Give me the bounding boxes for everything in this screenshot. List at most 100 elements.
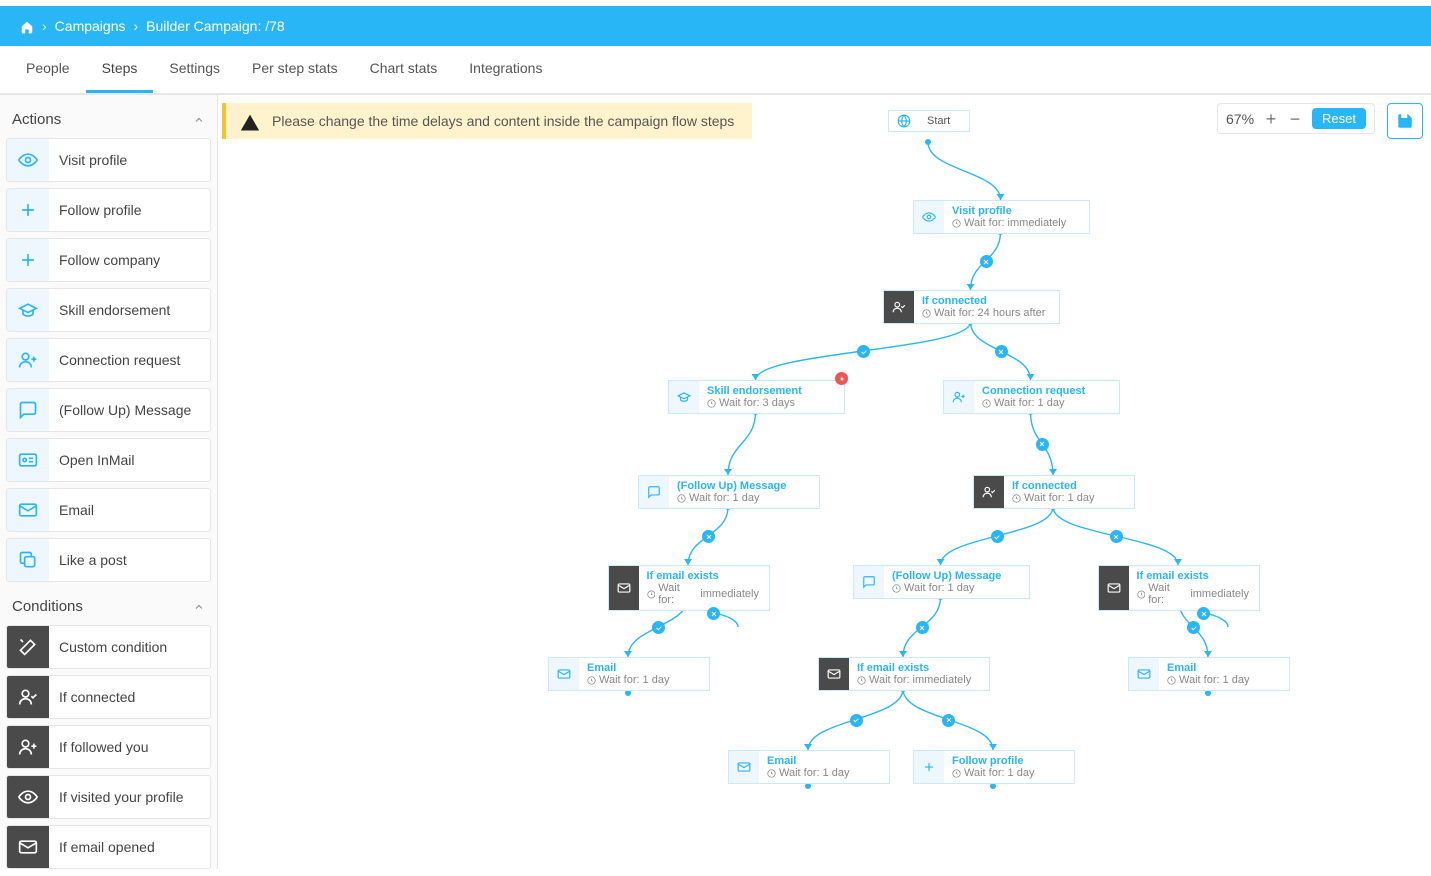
node-ifemail1[interactable]: If email existsWait for: immediately — [608, 565, 770, 611]
stop-icon[interactable] — [835, 372, 848, 385]
tab-integrations[interactable]: Integrations — [453, 46, 558, 93]
mail-icon — [7, 489, 49, 531]
node-title: Connection request — [982, 385, 1085, 397]
conditions-title: Conditions — [12, 598, 83, 615]
eye-icon — [7, 776, 49, 818]
item-label: Like a post — [49, 552, 137, 568]
action-open-inmail[interactable]: Open InMail — [6, 438, 211, 482]
mail-icon — [1129, 658, 1159, 690]
sidebar: Actions Visit profile Follow profile Follo… — [0, 95, 218, 869]
branch-false-icon — [995, 345, 1008, 358]
action-like-a-post[interactable]: Like a post — [6, 538, 211, 582]
mortarboard-icon — [669, 381, 699, 413]
breadcrumb-current: Builder Campaign: /78 — [146, 18, 285, 34]
node-email2[interactable]: EmailWait for: 1 day — [728, 750, 890, 784]
item-label: Custom condition — [49, 639, 177, 655]
eye-icon — [7, 139, 49, 181]
person-check-icon — [7, 676, 49, 718]
breadcrumb-campaigns[interactable]: Campaigns — [55, 18, 126, 34]
node-title: Follow profile — [952, 755, 1034, 767]
conditions-header[interactable]: Conditions — [6, 588, 211, 625]
item-label: Email — [49, 502, 104, 518]
copy-icon — [7, 539, 49, 581]
id-card-icon — [7, 439, 49, 481]
action-visit-profile[interactable]: Visit profile — [6, 138, 211, 182]
actions-title: Actions — [12, 111, 61, 128]
node-visit[interactable]: Visit profileWait for: immediately — [913, 200, 1090, 234]
node-ifconn2[interactable]: If connectedWait for: 1 day — [973, 475, 1135, 509]
node-wait: Wait for: immediately — [1137, 582, 1249, 606]
plus-icon — [7, 189, 49, 231]
tab-per-step-stats[interactable]: Per step stats — [236, 46, 354, 93]
node-wait: Wait for: 1 day — [1167, 674, 1249, 686]
condition-if-followed-you[interactable]: If followed you — [6, 725, 211, 769]
node-ifemail2[interactable]: If email existsWait for: immediately — [818, 657, 990, 691]
node-wait: Wait for: 3 days — [707, 397, 802, 409]
tab-settings[interactable]: Settings — [153, 46, 236, 93]
node-wait: Wait for: immediately — [952, 217, 1066, 229]
breadcrumb: › Campaigns › Builder Campaign: /78 — [0, 6, 1431, 46]
action-follow-profile[interactable]: Follow profile — [6, 188, 211, 232]
tab-chart-stats[interactable]: Chart stats — [354, 46, 454, 93]
node-start[interactable]: Start — [888, 110, 970, 132]
actions-header[interactable]: Actions — [6, 101, 211, 138]
branch-true-icon — [850, 714, 863, 727]
node-wait: Wait for: 1 day — [952, 767, 1034, 779]
flow-canvas[interactable]: Please change the time delays and conten… — [218, 95, 1431, 869]
node-fum1[interactable]: (Follow Up) MessageWait for: 1 day — [638, 475, 820, 509]
mail-icon — [1099, 566, 1129, 610]
node-title: If email exists — [1137, 570, 1249, 582]
person-check-icon — [974, 476, 1004, 508]
action--follow-up-message[interactable]: (Follow Up) Message — [6, 388, 211, 432]
branch-true-icon — [652, 621, 665, 634]
item-label: Follow profile — [49, 202, 151, 218]
node-ifconn1[interactable]: If connectedWait for: 24 hours after — [883, 290, 1060, 324]
condition-if-connected[interactable]: If connected — [6, 675, 211, 719]
action-email[interactable]: Email — [6, 488, 211, 532]
node-title: Skill endorsement — [707, 385, 802, 397]
node-title: If connected — [922, 295, 1045, 307]
node-wait: Wait for: 24 hours after — [922, 307, 1045, 319]
node-title: (Follow Up) Message — [677, 480, 786, 492]
node-email3[interactable]: EmailWait for: 1 day — [1128, 657, 1290, 691]
node-wait: Wait for: 1 day — [1012, 492, 1094, 504]
person-add-icon — [944, 381, 974, 413]
action-follow-company[interactable]: Follow company — [6, 238, 211, 282]
chevron-up-icon — [193, 114, 205, 126]
item-label: If email opened — [49, 839, 165, 855]
branch-true-icon — [1187, 621, 1200, 634]
item-label: Open InMail — [49, 452, 144, 468]
plus-icon — [914, 751, 944, 783]
tab-people[interactable]: People — [10, 46, 86, 93]
node-ifemail3[interactable]: If email existsWait for: immediately — [1098, 565, 1260, 611]
message-icon — [639, 476, 669, 508]
node-title: (Follow Up) Message — [892, 570, 1001, 582]
action-skill-endorsement[interactable]: Skill endorsement — [6, 288, 211, 332]
node-connreq[interactable]: Connection requestWait for: 1 day — [943, 380, 1120, 414]
breadcrumb-home[interactable] — [20, 18, 34, 34]
branch-false-icon — [1197, 607, 1210, 620]
tab-steps[interactable]: Steps — [86, 46, 154, 93]
mail-icon — [609, 566, 639, 610]
person-check-icon — [884, 291, 914, 323]
node-title: Email — [587, 662, 669, 674]
item-label: If followed you — [49, 739, 159, 755]
action-connection-request[interactable]: Connection request — [6, 338, 211, 382]
node-title: If email exists — [857, 662, 971, 674]
condition-custom-condition[interactable]: Custom condition — [6, 625, 211, 669]
condition-if-email-opened[interactable]: If email opened — [6, 825, 211, 869]
node-title: Start — [927, 115, 950, 127]
branch-false-icon — [1110, 530, 1123, 543]
node-title: If email exists — [647, 570, 759, 582]
node-follow[interactable]: Follow profileWait for: 1 day — [913, 750, 1075, 784]
condition-if-visited-your-profile[interactable]: If visited your profile — [6, 775, 211, 819]
node-wait: Wait for: 1 day — [587, 674, 669, 686]
node-email1[interactable]: EmailWait for: 1 day — [548, 657, 710, 691]
node-wait: Wait for: 1 day — [677, 492, 786, 504]
breadcrumb-separator-icon: › — [42, 18, 47, 34]
breadcrumb-separator-icon: › — [134, 18, 139, 34]
mail-icon — [819, 658, 849, 690]
node-title: Email — [767, 755, 849, 767]
node-fum2[interactable]: (Follow Up) MessageWait for: 1 day — [853, 565, 1030, 599]
node-skill[interactable]: Skill endorsementWait for: 3 days — [668, 380, 845, 414]
